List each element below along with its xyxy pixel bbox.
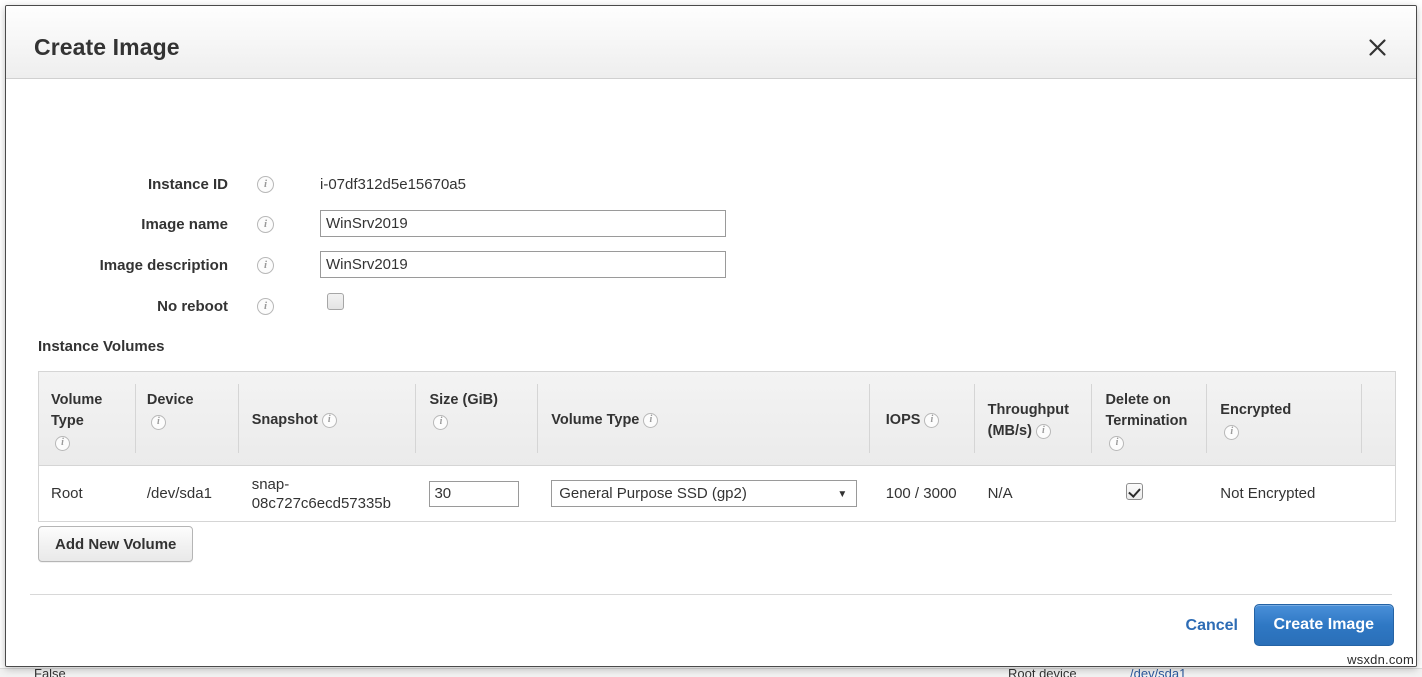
info-icon[interactable]: i	[322, 413, 337, 428]
no-reboot-info-icon[interactable]: i	[257, 298, 274, 316]
page-title: Create Image	[34, 34, 180, 61]
column-header-throughput: Throughput (MB/s)i	[974, 372, 1092, 465]
cell-volume-type: Root	[39, 484, 135, 503]
instance-volumes-heading: Instance Volumes	[38, 338, 164, 355]
cell-device: /dev/sda1	[135, 484, 238, 503]
watermark: wsxdn.com	[1347, 652, 1414, 667]
instance-id-label: Instance ID	[6, 174, 228, 196]
cell-size	[415, 481, 537, 507]
table-row: Root /dev/sda1 snap-08c727c6ecd57335b Ge…	[39, 466, 1395, 521]
cancel-button[interactable]: Cancel	[1186, 617, 1238, 635]
delete-on-termination-checkbox[interactable]	[1126, 483, 1143, 500]
close-icon[interactable]	[1362, 32, 1392, 62]
column-header-actions	[1361, 372, 1395, 465]
column-header-delete-on-termination: Delete on Termination i	[1091, 372, 1206, 465]
info-icon[interactable]: i	[1036, 424, 1051, 439]
add-new-volume-button[interactable]: Add New Volume	[38, 526, 193, 562]
field-row-no-reboot: No reboot i	[6, 296, 1416, 328]
image-description-label: Image description	[6, 255, 228, 277]
image-description-input[interactable]	[320, 251, 726, 278]
volume-type-selected-value: General Purpose SSD (gp2)	[559, 485, 747, 502]
field-row-image-name: Image name i	[6, 214, 1416, 246]
cell-snapshot: snap-08c727c6ecd57335b	[238, 475, 416, 513]
background-root-device-value: /dev/sda1	[1130, 668, 1186, 677]
column-divider	[1361, 384, 1362, 453]
column-header-size: Size (GiB) i	[415, 372, 537, 465]
column-header-volume-type: Volume Type i	[39, 372, 135, 465]
size-input[interactable]	[429, 481, 519, 507]
column-divider	[537, 384, 538, 453]
column-label: Volume Type	[51, 392, 102, 429]
table-header-row: Volume Type i Device i Snapshot i Size (G…	[39, 372, 1395, 466]
column-header-volume-type-select: Volume Type i	[537, 372, 868, 465]
image-description-info-icon[interactable]: i	[257, 257, 274, 275]
footer-divider	[30, 594, 1392, 595]
info-glyph: i	[257, 176, 274, 193]
column-divider	[869, 384, 870, 453]
field-row-instance-id: Instance ID i i-07df312d5e15670a5	[6, 174, 1416, 206]
info-icon[interactable]: i	[1109, 436, 1124, 451]
column-label: Volume Type	[551, 412, 639, 428]
cell-iops: 100 / 3000	[869, 484, 974, 503]
column-divider	[238, 384, 239, 453]
column-header-iops: IOPSi	[869, 372, 974, 465]
info-glyph: i	[257, 298, 274, 315]
column-divider	[974, 384, 975, 453]
column-header-snapshot: Snapshot i	[238, 372, 416, 465]
column-label: Size (GiB)	[429, 392, 497, 408]
info-icon[interactable]: i	[924, 413, 939, 428]
info-icon[interactable]: i	[433, 415, 448, 430]
field-row-image-description: Image description i	[6, 255, 1416, 287]
no-reboot-label: No reboot	[6, 296, 228, 318]
volume-type-select[interactable]: General Purpose SSD (gp2) ▼	[551, 480, 857, 507]
modal-header: Create Image	[6, 6, 1416, 79]
column-divider	[415, 384, 416, 453]
instance-volumes-table: Volume Type i Device i Snapshot i Size (G…	[38, 371, 1396, 522]
image-name-info-icon[interactable]: i	[257, 216, 274, 234]
instance-id-info-icon[interactable]: i	[257, 176, 274, 194]
column-divider	[135, 384, 136, 453]
column-label: Encrypted	[1220, 402, 1291, 418]
cell-delete-on-termination	[1091, 483, 1206, 505]
image-name-label: Image name	[6, 214, 228, 236]
info-icon[interactable]: i	[1224, 425, 1239, 440]
cell-encrypted: Not Encrypted	[1206, 484, 1361, 503]
column-label: Device	[147, 392, 194, 408]
column-label: Delete on Termination	[1105, 392, 1187, 429]
background-root-device-label: Root device	[1008, 668, 1077, 677]
no-reboot-checkbox[interactable]	[327, 293, 344, 310]
column-label: Snapshot	[252, 412, 318, 428]
create-image-button[interactable]: Create Image	[1254, 604, 1395, 646]
info-icon[interactable]: i	[151, 415, 166, 430]
create-image-modal: Create Image Instance ID i i-07df312d5e1…	[5, 5, 1417, 667]
column-header-encrypted: Encrypted i	[1206, 372, 1361, 465]
info-icon[interactable]: i	[643, 413, 658, 428]
info-glyph: i	[257, 257, 274, 274]
cell-throughput: N/A	[974, 484, 1092, 503]
chevron-down-icon: ▼	[837, 481, 847, 508]
column-header-device: Device i	[135, 372, 238, 465]
info-icon[interactable]: i	[55, 436, 70, 451]
info-glyph: i	[257, 216, 274, 233]
modal-body: Instance ID i i-07df312d5e15670a5 Image …	[6, 79, 1416, 594]
image-name-input[interactable]	[320, 210, 726, 237]
column-label: IOPS	[886, 412, 921, 428]
column-divider	[1091, 384, 1092, 453]
column-divider	[1206, 384, 1207, 453]
cell-volume-type-select: General Purpose SSD (gp2) ▼	[537, 480, 868, 507]
column-label: Throughput (MB/s)	[988, 402, 1069, 439]
background-left-text: False	[34, 668, 66, 677]
modal-footer: Cancel Create Image	[6, 594, 1416, 667]
instance-id-value: i-07df312d5e15670a5	[320, 174, 466, 196]
background-row-strip: False Root device /dev/sda1	[0, 668, 1422, 677]
